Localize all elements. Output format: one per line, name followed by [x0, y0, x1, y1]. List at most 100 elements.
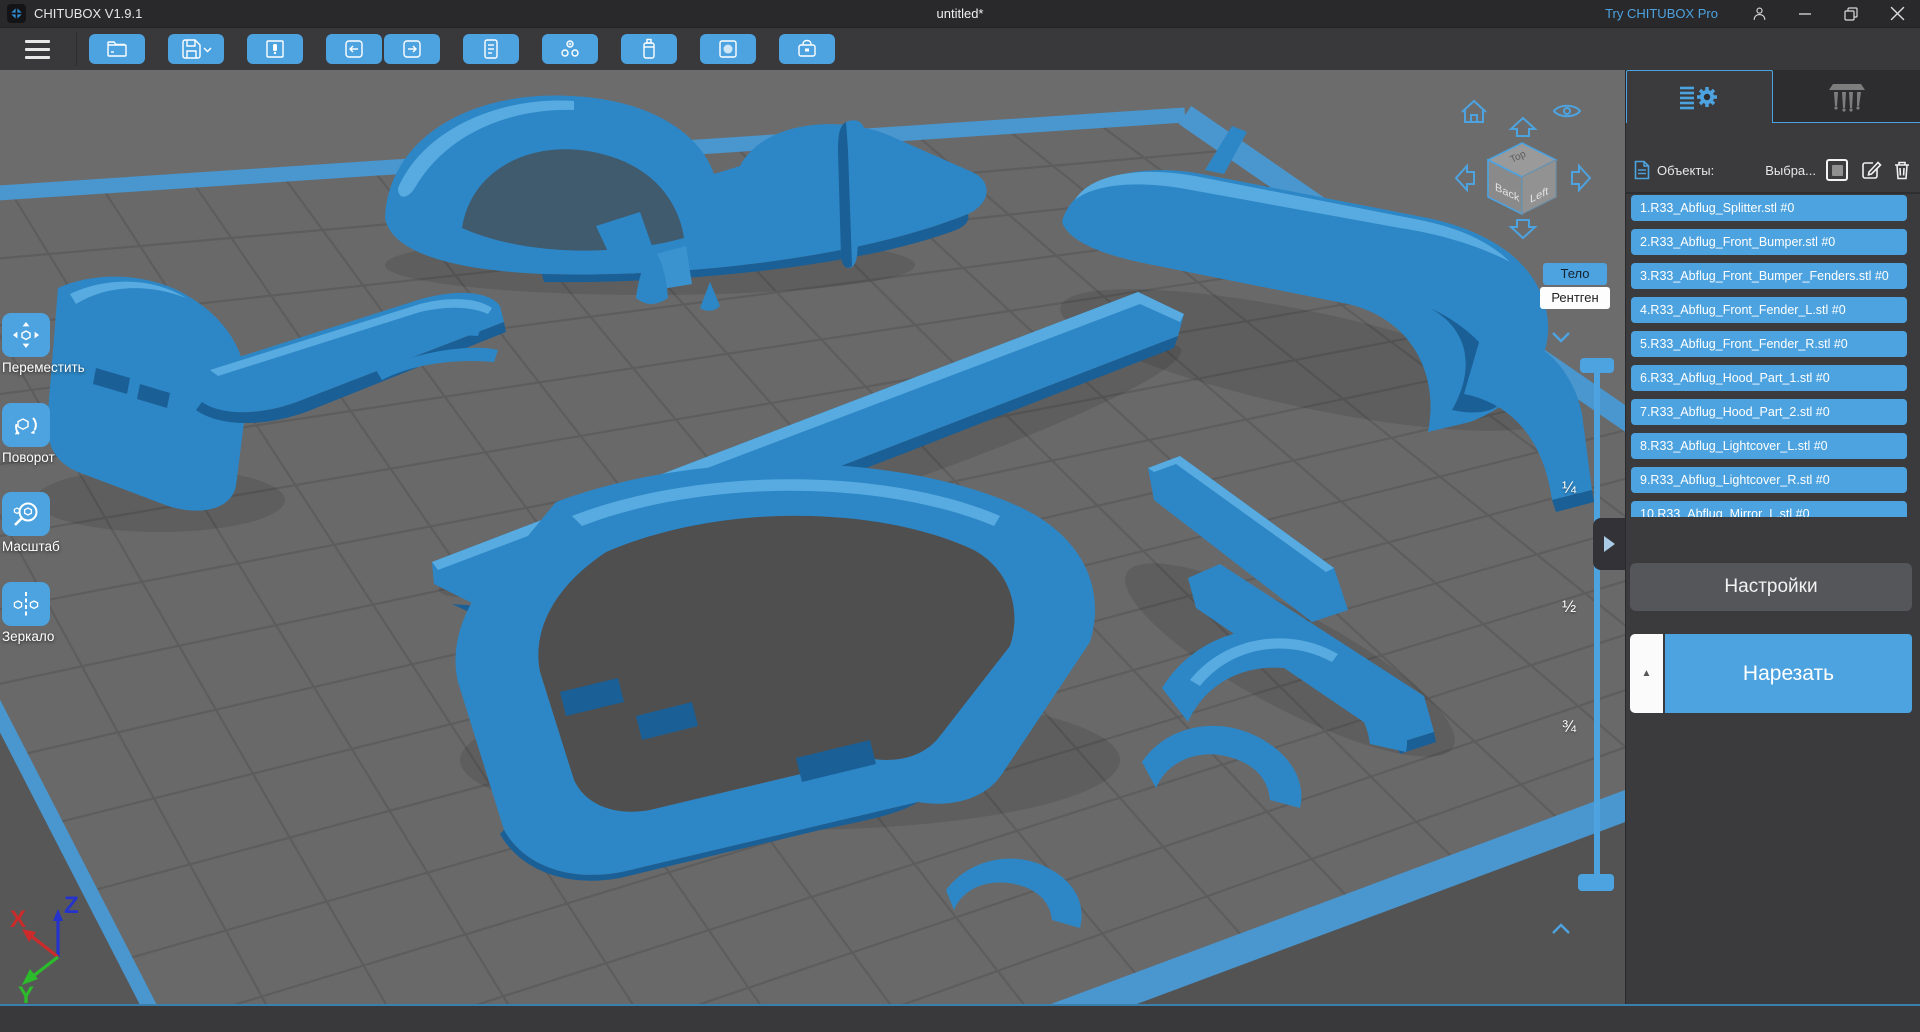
object-list-item[interactable]: 8.R33_Abflug_Lightcover_L.stl #0 — [1631, 433, 1907, 459]
move-icon — [13, 322, 39, 348]
capture-thumbnail-button[interactable] — [247, 34, 303, 64]
panel-separator — [1626, 192, 1920, 194]
tool-move: Переместить — [2, 313, 122, 375]
object-list-item[interactable]: 6.R33_Abflug_Hood_Part_1.stl #0 — [1631, 365, 1907, 391]
slice-settings-icon — [1679, 86, 1717, 110]
scale-button[interactable] — [2, 492, 50, 536]
tab-support[interactable] — [1773, 70, 1920, 123]
object-list-item[interactable]: 7.R33_Abflug_Hood_Part_2.stl #0 — [1631, 399, 1907, 425]
dig-hole-icon — [719, 40, 737, 58]
collapse-arrow-icon — [1604, 536, 1615, 552]
rotate-up-arrow[interactable] — [1508, 116, 1538, 137]
slider-mark-half: ½ — [1562, 597, 1577, 616]
mirror-label: Зеркало — [2, 629, 55, 644]
object-list: 1.R33_Abflug_Splitter.stl #0 2.R33_Abflu… — [1631, 195, 1907, 517]
mirror-button[interactable] — [2, 582, 50, 626]
view-cube-cluster: Top Back Left — [1454, 99, 1592, 240]
slice-options-button[interactable]: ▲ — [1630, 634, 1663, 713]
object-list-item[interactable]: 1.R33_Abflug_Splitter.stl #0 — [1631, 195, 1907, 221]
account-icon[interactable] — [1736, 0, 1782, 27]
slider-handle-top[interactable] — [1580, 358, 1614, 373]
rotate-down-arrow[interactable] — [1508, 219, 1538, 240]
undo-button[interactable] — [326, 34, 382, 64]
redo-icon — [403, 40, 421, 58]
tool-scale: Масштаб — [2, 492, 122, 554]
view-eye-icon[interactable] — [1552, 104, 1582, 118]
view-cube[interactable]: Top Back Left — [1486, 142, 1558, 216]
hollow-button[interactable] — [542, 34, 598, 64]
object-list-item[interactable]: 5.R33_Abflug_Front_Fender_R.stl #0 — [1631, 331, 1907, 357]
tool-mirror: Зеркало — [2, 582, 122, 644]
slider-handle-bottom[interactable] — [1578, 874, 1614, 891]
scale-icon — [13, 502, 38, 526]
rotate-icon — [15, 417, 37, 435]
render-mode-xray-button[interactable]: Рентген — [1540, 287, 1610, 309]
undo-icon — [345, 40, 363, 58]
bottom-bar — [0, 1004, 1920, 1032]
move-button[interactable] — [2, 313, 50, 357]
minimize-button[interactable] — [1782, 0, 1828, 27]
object-list-item[interactable]: 3.R33_Abflug_Front_Bumper_Fenders.stl #0 — [1631, 263, 1907, 289]
dig-hole-button[interactable] — [700, 34, 756, 64]
try-pro-link[interactable]: Try CHITUBOX Pro — [1605, 6, 1718, 21]
save-button[interactable] — [168, 34, 224, 64]
rotate-label: Поворот — [2, 450, 55, 465]
mirror-icon — [13, 592, 39, 616]
slider-chevron-down[interactable] — [1548, 330, 1574, 346]
home-view-icon[interactable] — [1461, 99, 1487, 123]
machine-box-button[interactable] — [779, 34, 835, 64]
capture-thumbnail-icon — [266, 40, 284, 58]
support-icon — [1828, 84, 1865, 112]
machine-box-icon — [798, 39, 816, 57]
scale-label: Масштаб — [2, 539, 60, 554]
build-plate-scene — [0, 95, 1625, 1004]
save-dropdown-caret — [203, 47, 212, 53]
slider-mark-three-quarter: ¾ — [1562, 717, 1577, 736]
save-icon — [182, 39, 212, 59]
settings-button[interactable]: Настройки — [1630, 563, 1912, 611]
resin-bottle-icon — [643, 38, 655, 59]
panel-collapse-handle[interactable] — [1593, 518, 1625, 570]
objects-label: Объекты: — [1657, 162, 1715, 178]
right-panel: Объекты: Выбра... 1.R33_Abflug_Splitter.… — [1625, 70, 1920, 1004]
delete-button[interactable] — [1892, 159, 1912, 181]
move-label: Переместить — [2, 360, 85, 375]
tab-slice-settings[interactable] — [1626, 70, 1773, 123]
toolbar-separator — [76, 32, 77, 66]
axis-indicator: X Z Y — [10, 892, 79, 1004]
render-mode-body-button[interactable]: Тело — [1543, 263, 1607, 285]
app-logo-icon — [7, 4, 26, 23]
axis-x-label: X — [10, 906, 26, 933]
restore-button[interactable] — [1828, 0, 1874, 27]
titlebar: CHITUBOX V1.9.1 untitled* Try CHITUBOX P… — [0, 0, 1920, 27]
object-list-item[interactable]: 4.R33_Abflug_Front_Fender_L.stl #0 — [1631, 297, 1907, 323]
object-list-item[interactable]: 2.R33_Abflug_Front_Bumper.stl #0 — [1631, 229, 1907, 255]
slider-mark-quarter: ¼ — [1562, 478, 1577, 497]
rename-button[interactable] — [1860, 159, 1882, 181]
objects-selected-label: Выбра... — [1765, 162, 1816, 178]
rotate-right-arrow[interactable] — [1571, 163, 1592, 193]
select-all-button[interactable] — [1826, 159, 1848, 181]
tool-rotate: Поворот — [2, 403, 122, 465]
slice-button[interactable]: Нарезать — [1665, 634, 1912, 713]
hollow-icon — [561, 40, 579, 57]
open-file-button[interactable] — [89, 34, 145, 64]
rotate-button[interactable] — [2, 403, 50, 447]
layer-slider[interactable] — [1570, 358, 1614, 903]
slider-chevron-up[interactable] — [1548, 922, 1574, 938]
object-list-item[interactable]: 10.R33_Abflug_Mirror_L.stl #0 — [1631, 501, 1907, 517]
resin-bottle-button[interactable] — [621, 34, 677, 64]
rotate-left-arrow[interactable] — [1454, 163, 1475, 193]
object-list-item[interactable]: 9.R33_Abflug_Lightcover_R.stl #0 — [1631, 467, 1907, 493]
redo-button[interactable] — [384, 34, 440, 64]
menu-icon[interactable] — [12, 31, 62, 67]
chitubox-window: CHITUBOX V1.9.1 untitled* Try CHITUBOX P… — [0, 0, 1920, 1032]
open-file-icon — [107, 41, 127, 57]
app-title: CHITUBOX V1.9.1 — [34, 6, 143, 21]
objects-doc-icon — [1634, 160, 1650, 180]
clone-button[interactable] — [463, 34, 519, 64]
axis-y-label: Y — [18, 982, 34, 1004]
close-button[interactable] — [1874, 0, 1920, 27]
viewport-3d[interactable]: Переместить Поворот Масштаб Зеркало Top … — [0, 70, 1625, 1004]
panel-tabbar — [1626, 70, 1920, 123]
